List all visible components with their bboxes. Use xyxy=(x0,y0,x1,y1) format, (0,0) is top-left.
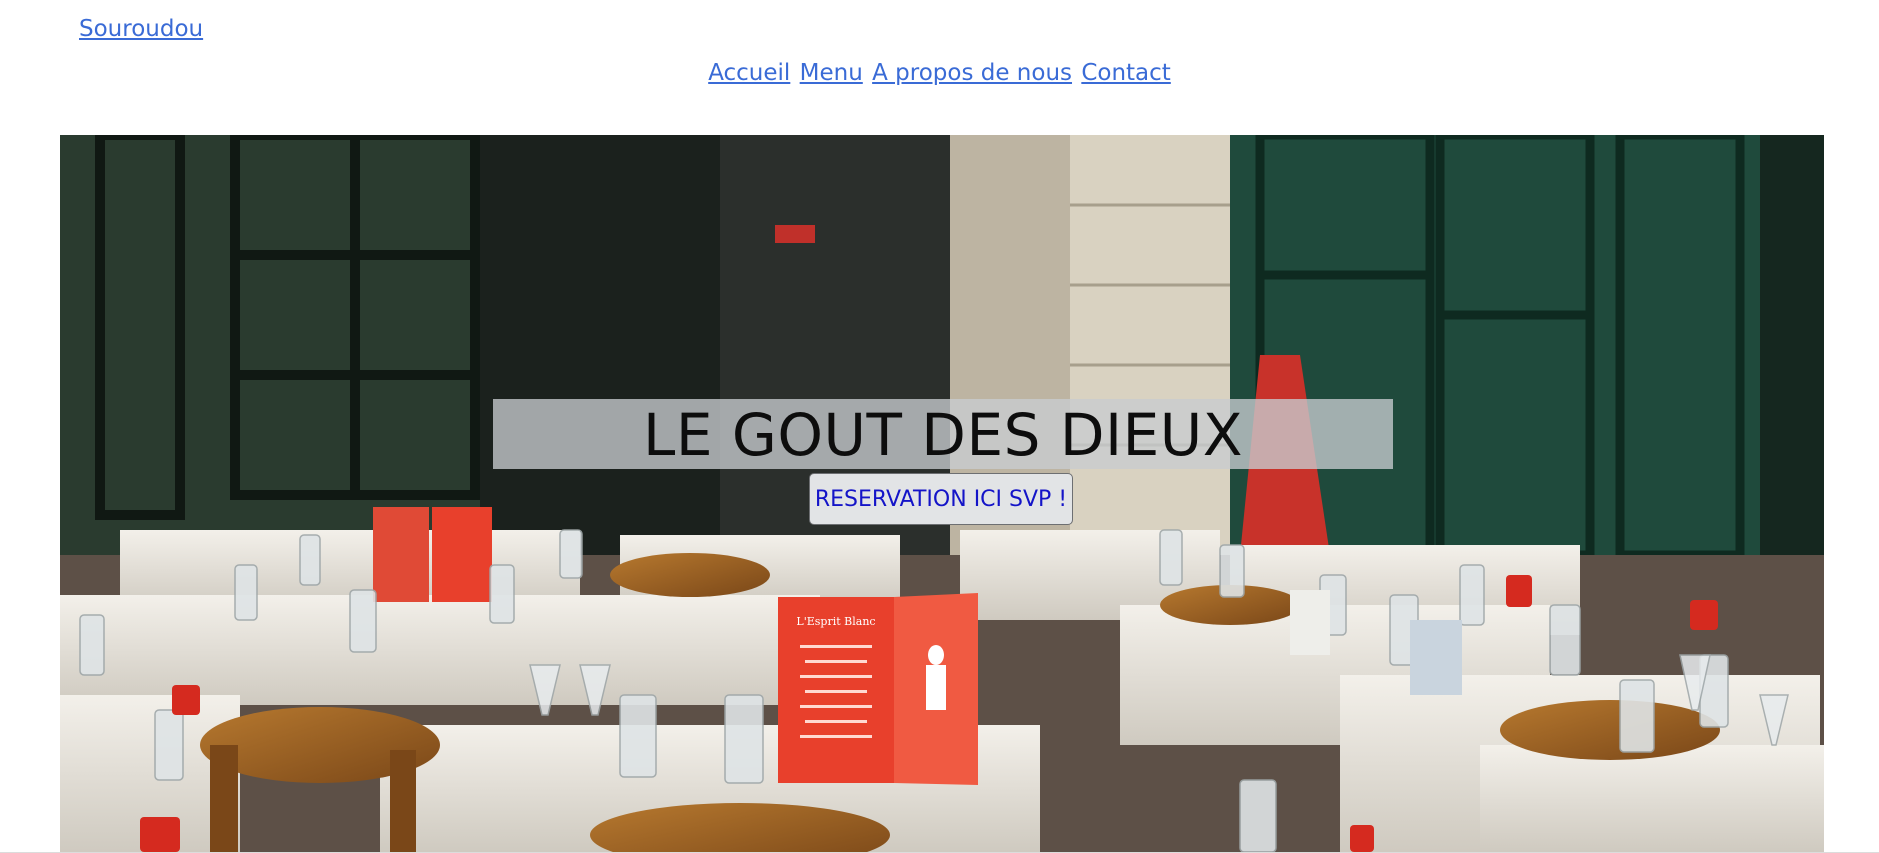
nav-item-menu[interactable]: Menu xyxy=(800,60,863,86)
brand-header: Souroudou xyxy=(79,16,203,42)
main-nav: Accueil Menu A propos de nous Contact xyxy=(0,60,1879,86)
hero-title: LE GOUT DES DIEUX xyxy=(643,401,1243,469)
brand-link[interactable]: Souroudou xyxy=(79,16,203,42)
nav-item-contact[interactable]: Contact xyxy=(1081,60,1170,86)
nav-item-accueil[interactable]: Accueil xyxy=(708,60,790,86)
hero-title-band: LE GOUT DES DIEUX xyxy=(493,399,1393,469)
nav-item-about[interactable]: A propos de nous xyxy=(872,60,1072,86)
reservation-button[interactable]: RESERVATION ICI SVP ! xyxy=(809,473,1073,525)
menu-card-text: L'Esprit Blanc xyxy=(796,615,875,628)
hero-section: L'Esprit Blanc LE GOUT DES DIEUX RESERVA… xyxy=(60,135,1824,852)
